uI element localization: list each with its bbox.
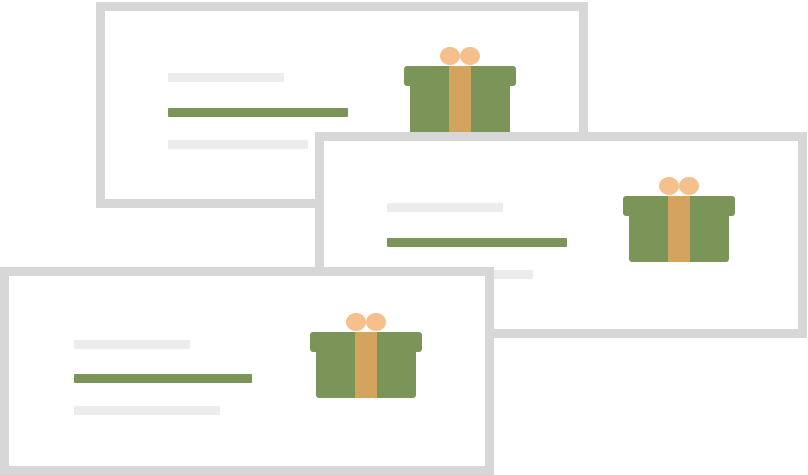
gift-bow-right [366, 313, 386, 331]
gift-cards-illustration [0, 0, 808, 475]
gift-ribbon [355, 332, 377, 398]
gift-icon [623, 176, 735, 264]
gift-icon [310, 312, 422, 400]
gift-bow-left [440, 47, 460, 65]
placeholder-line-top [387, 203, 503, 212]
placeholder-line-bottom [168, 140, 308, 149]
placeholder-line-accent [74, 374, 252, 383]
placeholder-line-top [74, 340, 190, 349]
gift-ribbon [668, 196, 690, 262]
placeholder-line-bottom [74, 406, 220, 415]
gift-bow-left [659, 177, 679, 195]
gift-svg [404, 47, 516, 134]
gift-bow-right [679, 177, 699, 195]
gift-card-front [0, 267, 494, 475]
placeholder-line-top [168, 73, 284, 82]
gift-icon [404, 46, 516, 134]
gift-svg [623, 177, 735, 262]
gift-bow-left [346, 313, 366, 331]
gift-svg [310, 313, 422, 398]
placeholder-line-accent [168, 108, 348, 117]
gift-bow-right [460, 47, 480, 65]
placeholder-line-accent [387, 238, 567, 247]
gift-ribbon [449, 66, 471, 134]
